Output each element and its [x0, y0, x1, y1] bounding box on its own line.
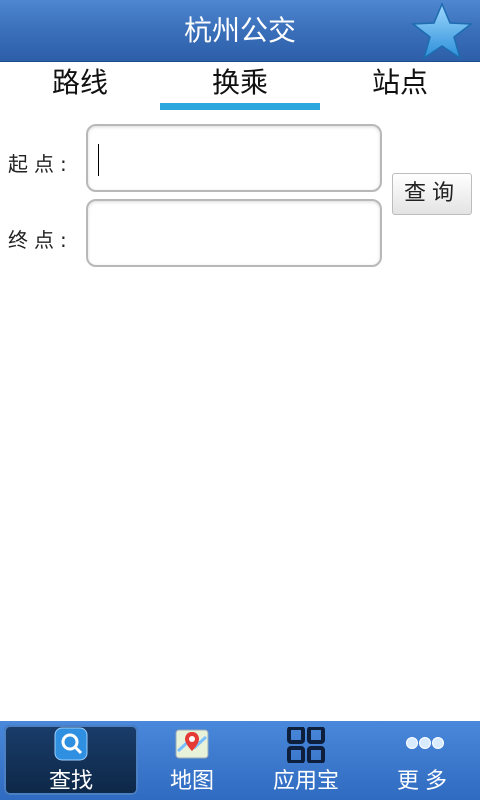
- nav-label-more: 更多: [396, 769, 453, 794]
- star-icon[interactable]: [410, 2, 474, 60]
- header-bar: 杭州公交: [0, 0, 480, 62]
- more-icon: [405, 735, 445, 754]
- nav-item-search[interactable]: 查找: [0, 721, 142, 800]
- nav-label-search: 查找: [48, 769, 93, 794]
- nav-label-map: 地图: [169, 769, 214, 794]
- grid-icon: [286, 726, 326, 767]
- map-icon: [175, 727, 209, 765]
- tab-indicator: [160, 103, 320, 110]
- tab-station[interactable]: 站点: [320, 62, 480, 114]
- nav-item-app-store[interactable]: 应用宝: [242, 721, 370, 800]
- nav-item-more[interactable]: 更多: [370, 721, 480, 800]
- end-label: 终点:: [8, 228, 73, 252]
- nav-label-app-store: 应用宝: [272, 769, 339, 794]
- search-icon: [54, 727, 88, 765]
- page-title: 杭州公交: [183, 14, 296, 47]
- nav-item-map[interactable]: 地图: [142, 721, 242, 800]
- start-label: 起点:: [8, 152, 73, 176]
- start-input[interactable]: [86, 124, 382, 192]
- text-caret: [98, 144, 99, 176]
- tab-route[interactable]: 路线: [0, 62, 160, 114]
- end-input[interactable]: [86, 199, 382, 267]
- bottom-nav: 查找 地图 应用宝 更多: [0, 721, 480, 800]
- query-button[interactable]: 查询: [392, 173, 472, 215]
